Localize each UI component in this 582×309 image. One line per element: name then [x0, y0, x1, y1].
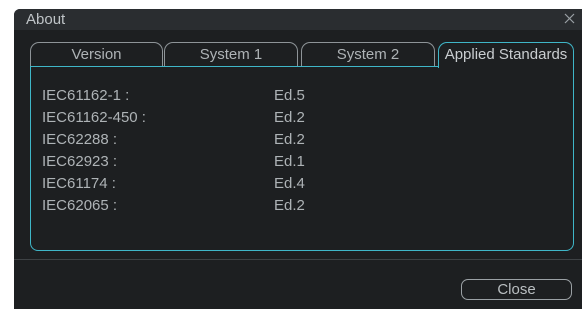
tab-system-2[interactable]: System 2 — [301, 42, 435, 66]
standard-name: IEC62065 : — [42, 197, 118, 214]
window-title: About — [26, 11, 66, 28]
standard-edition: Ed.2 — [274, 131, 305, 148]
standard-edition: Ed.5 — [274, 87, 305, 104]
standard-edition: Ed.4 — [274, 175, 305, 192]
tab-applied-standards[interactable]: Applied Standards — [438, 42, 574, 68]
standard-name: IEC61174 : — [42, 175, 116, 192]
standard-name: IEC61162-1 : — [42, 87, 130, 104]
standard-edition: Ed.1 — [274, 153, 305, 170]
standard-edition: Ed.2 — [274, 197, 305, 214]
close-button[interactable]: Close — [461, 279, 572, 300]
applied-standards-panel: IEC61162-1 : Ed.5 IEC61162-450 : Ed.2 IE… — [30, 66, 574, 251]
tab-system-1[interactable]: System 1 — [164, 42, 298, 66]
standard-name: IEC62923 : — [42, 153, 118, 170]
about-dialog: About Version System 1 System 2 Applied … — [14, 9, 582, 309]
standard-name: IEC61162-450 : — [42, 109, 146, 126]
close-icon[interactable] — [563, 12, 576, 25]
footer-divider — [14, 259, 582, 260]
standard-edition: Ed.2 — [274, 109, 305, 126]
tab-version[interactable]: Version — [30, 42, 163, 66]
title-bar[interactable]: About — [14, 9, 582, 30]
standard-name: IEC62288 : — [42, 131, 118, 148]
